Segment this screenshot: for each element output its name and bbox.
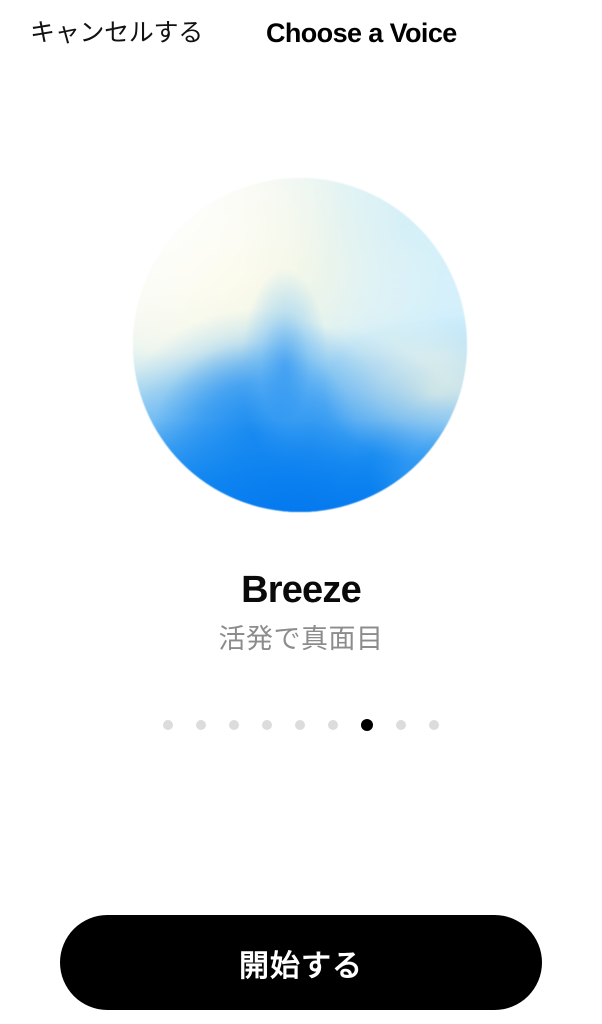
orb-layer-deep-edge bbox=[133, 178, 467, 512]
pagination-dot[interactable] bbox=[429, 720, 439, 730]
start-button[interactable]: 開始する bbox=[60, 915, 542, 1010]
page-title: Choose a Voice bbox=[266, 18, 457, 48]
pagination-dot[interactable] bbox=[295, 720, 305, 730]
pagination-dot[interactable] bbox=[229, 720, 239, 730]
voice-name: Breeze bbox=[241, 569, 362, 611]
voice-orb[interactable] bbox=[133, 178, 467, 512]
pagination-dot[interactable] bbox=[396, 720, 406, 730]
cancel-button[interactable]: キャンセルする bbox=[30, 16, 203, 50]
pagination-dot[interactable] bbox=[328, 720, 338, 730]
pagination-dot[interactable] bbox=[262, 720, 272, 730]
voice-orb-gradient bbox=[133, 178, 467, 512]
voice-description: 活発で真面目 bbox=[218, 624, 384, 654]
top-bar: キャンセルする Choose a Voice bbox=[0, 0, 602, 72]
pagination-dots bbox=[0, 715, 602, 735]
pagination-dot[interactable] bbox=[163, 720, 173, 730]
pagination-dot[interactable] bbox=[196, 720, 206, 730]
pagination-dot-active[interactable] bbox=[361, 719, 373, 731]
